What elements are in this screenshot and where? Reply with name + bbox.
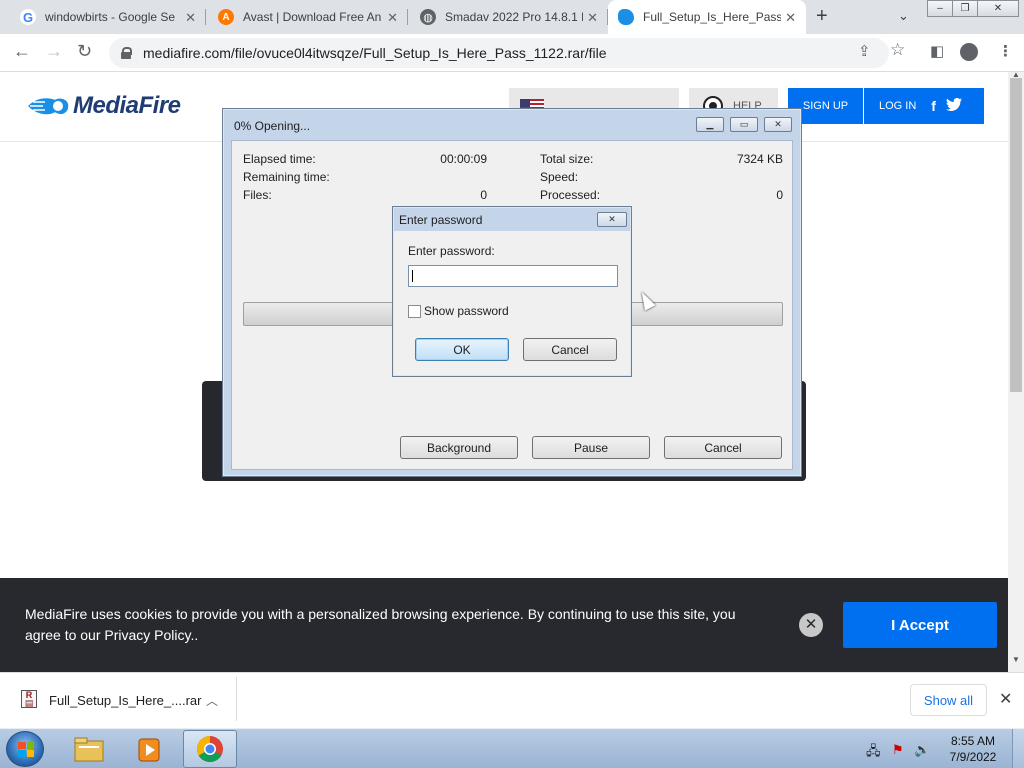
minimize-button[interactable]: – <box>927 0 953 17</box>
show-desktop-button[interactable] <box>1012 729 1024 768</box>
profile-avatar-icon[interactable] <box>960 43 978 61</box>
windows-logo-icon <box>18 742 34 757</box>
new-tab-icon[interactable]: + <box>816 5 828 28</box>
download-shelf: R ▤ Full_Setup_Is_Here_....rar ︿ Show all… <box>0 672 1024 728</box>
clock-date: 7/9/2022 <box>949 750 997 764</box>
action-center-flag-icon[interactable]: ⚑ <box>892 742 904 758</box>
forward-icon[interactable]: → <box>45 41 63 62</box>
tab-title: Avast | Download Free An <box>243 10 381 24</box>
elapsed-value: 00:00:09 <box>440 152 487 166</box>
chrome-taskbar-button[interactable] <box>183 730 237 768</box>
side-panel-icon[interactable]: ◧ <box>930 42 944 60</box>
close-tab-icon[interactable]: ✕ <box>785 10 796 26</box>
close-window-button[interactable]: ✕ <box>977 0 1019 17</box>
processed-value: 0 <box>776 188 783 202</box>
lock-icon <box>121 47 132 59</box>
remaining-label: Remaining time: <box>243 170 330 184</box>
system-clock[interactable]: 8:55 AM 7/9/2022 <box>943 733 1003 765</box>
url-text: mediafire.com/file/ovuce0l4itwsqze/Full_… <box>143 45 607 61</box>
network-icon[interactable]: 🖧 <box>866 742 881 764</box>
show-all-button[interactable]: Show all <box>910 684 987 716</box>
cookie-banner: MediaFire uses cookies to provide you wi… <box>0 578 1008 672</box>
tab-title: Full_Setup_Is_Here_Pass_ <box>643 10 781 24</box>
mediafire-logo[interactable]: MediaFire <box>25 92 181 120</box>
avast-icon: A <box>218 9 234 25</box>
rar-file-icon: R ▤ <box>21 690 37 708</box>
close-shelf-icon[interactable]: ✕ <box>999 689 1012 709</box>
cookie-message: MediaFire uses cookies to provide you wi… <box>25 606 736 643</box>
reload-icon[interactable]: ↻ <box>77 41 92 62</box>
browser-toolbar: ← → ↻ mediafire.com/file/ovuce0l4itwsqze… <box>0 34 1024 72</box>
tab-title: windowbirts - Google Se <box>45 10 176 24</box>
tab-strip: G windowbirts - Google Se ✕ A Avast | Do… <box>0 0 1024 34</box>
password-prompt: Enter password: <box>408 244 495 258</box>
password-input[interactable] <box>408 265 618 287</box>
close-tab-icon[interactable]: ✕ <box>387 10 398 26</box>
tab-avast[interactable]: A Avast | Download Free An ✕ <box>206 0 408 34</box>
total-size-value: 7324 KB <box>736 152 783 166</box>
download-filename[interactable]: Full_Setup_Is_Here_....rar <box>49 693 201 708</box>
accept-cookies-button[interactable]: I Accept <box>843 602 997 648</box>
mediafire-icon <box>618 9 634 25</box>
tab-google[interactable]: G windowbirts - Google Se ✕ <box>8 0 206 34</box>
scroll-down-icon[interactable]: ▼ <box>1012 655 1020 664</box>
mediafire-flame-icon <box>25 96 70 116</box>
restore-button[interactable]: ❐ <box>952 0 978 17</box>
back-icon[interactable]: ← <box>13 41 31 62</box>
page-scrollbar[interactable]: ▲ ▼ <box>1008 70 1024 672</box>
cancel-button[interactable]: Cancel <box>664 436 782 459</box>
volume-icon[interactable]: 🔊 <box>914 742 930 758</box>
bookmark-star-icon[interactable]: ☆ <box>890 40 905 60</box>
maximize-button[interactable]: ▭ <box>730 117 758 132</box>
tab-smadav[interactable]: ◍ Smadav 2022 Pro 14.8.1 F ✕ <box>408 0 608 34</box>
login-button[interactable]: LOG IN f <box>864 88 984 124</box>
show-password-label: Show password <box>424 304 509 318</box>
total-size-label: Total size: <box>540 152 594 166</box>
chevron-up-icon[interactable]: ︿ <box>206 692 218 709</box>
close-button[interactable]: ✕ <box>764 117 792 132</box>
tab-title: Smadav 2022 Pro 14.8.1 F <box>445 10 583 24</box>
divider <box>236 677 237 721</box>
elapsed-label: Elapsed time: <box>243 152 316 166</box>
media-player-icon <box>138 738 160 762</box>
files-value: 0 <box>480 188 487 202</box>
folder-icon <box>74 737 104 762</box>
show-password-checkbox[interactable] <box>408 305 421 318</box>
close-tab-icon[interactable]: ✕ <box>185 10 196 26</box>
windows-taskbar: 🖧 ⚑ 🔊 8:55 AM 7/9/2022 <box>0 728 1024 768</box>
dialog-title: Enter password <box>399 213 483 227</box>
media-player-taskbar-button[interactable] <box>122 730 176 768</box>
address-bar[interactable]: mediafire.com/file/ovuce0l4itwsqze/Full_… <box>109 38 889 68</box>
tab-mediafire[interactable]: Full_Setup_Is_Here_Pass_ ✕ <box>608 0 806 34</box>
minimize-button[interactable]: ▁ <box>696 117 724 132</box>
speed-label: Speed: <box>540 170 579 184</box>
dialog-title: 0% Opening... <box>234 119 311 133</box>
password-dialog: Enter password ✕ Enter password: Show pa… <box>392 206 632 377</box>
google-icon: G <box>20 9 36 25</box>
login-label: LOG IN <box>879 100 917 112</box>
scrollbar-thumb[interactable] <box>1010 78 1022 392</box>
cancel-button[interactable]: Cancel <box>523 338 617 361</box>
menu-kebab-icon[interactable]: ⋮ <box>998 42 1013 60</box>
globe-icon: ◍ <box>420 9 436 25</box>
processed-label: Processed: <box>540 188 601 202</box>
logo-text: MediaFire <box>73 92 181 119</box>
close-tab-icon[interactable]: ✕ <box>587 10 598 26</box>
twitter-icon[interactable] <box>945 97 962 114</box>
tab-search-chevron-icon[interactable]: ⌄ <box>898 8 909 24</box>
facebook-icon[interactable]: f <box>931 98 936 114</box>
dialog-body: Enter password: Show password OK Cancel <box>394 231 630 375</box>
close-cookie-icon[interactable]: ✕ <box>799 613 823 637</box>
ok-button[interactable]: OK <box>415 338 509 361</box>
clock-time: 8:55 AM <box>950 734 996 748</box>
background-button[interactable]: Background <box>400 436 518 459</box>
start-button[interactable] <box>6 731 44 767</box>
pause-button[interactable]: Pause <box>532 436 650 459</box>
explorer-taskbar-button[interactable] <box>62 730 116 768</box>
close-button[interactable]: ✕ <box>597 212 627 227</box>
files-label: Files: <box>243 188 272 202</box>
share-icon[interactable]: ⇪ <box>858 42 871 60</box>
chrome-icon <box>196 735 223 763</box>
